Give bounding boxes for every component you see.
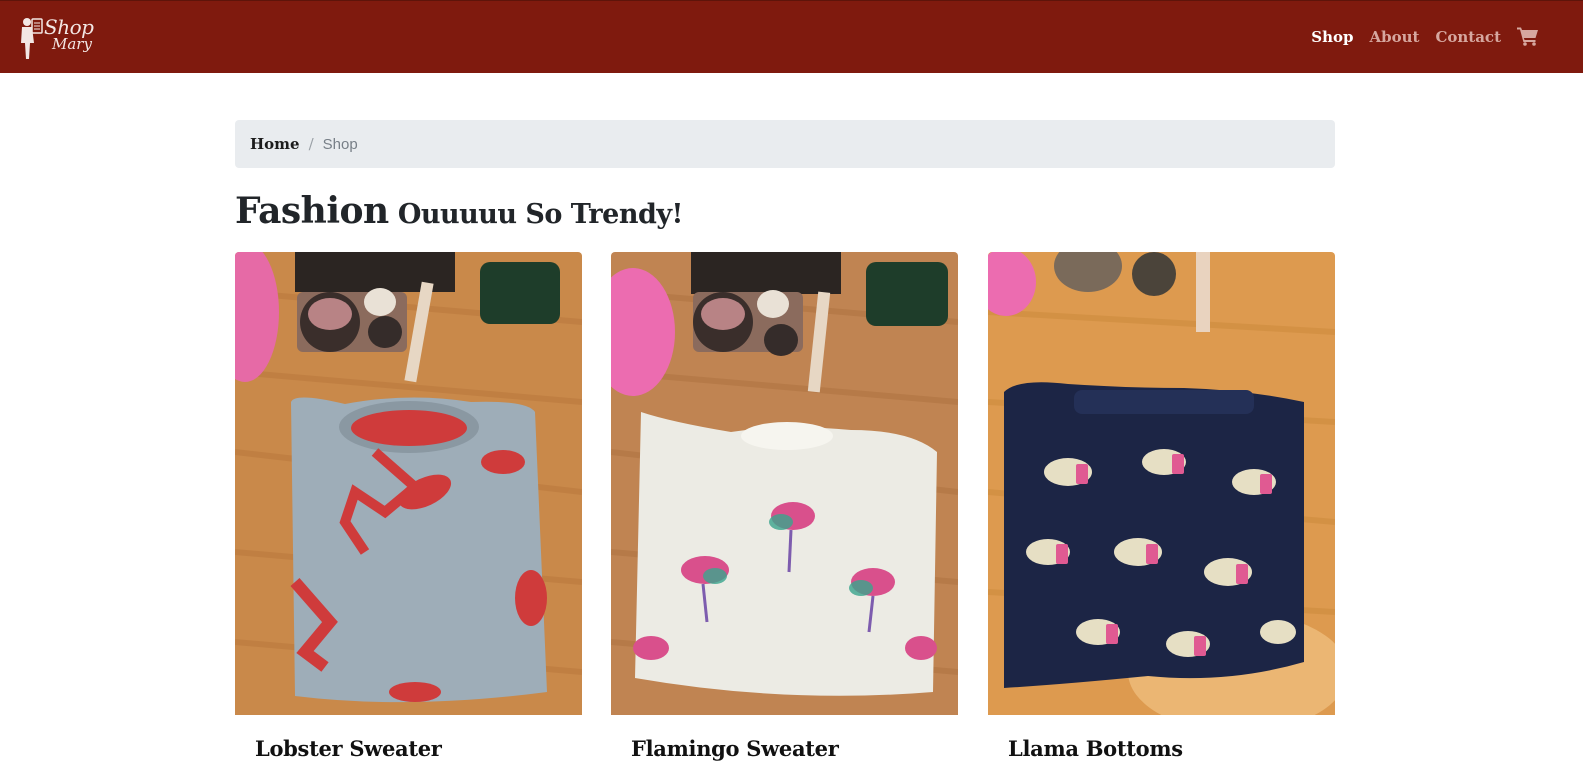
top-navbar: Shop Mary Shop About Contact <box>0 0 1583 73</box>
breadcrumb-current: Shop <box>322 135 358 153</box>
breadcrumb-separator: / <box>308 135 314 153</box>
shopping-cart-icon[interactable] <box>1517 26 1539 46</box>
product-image-llama-bottoms[interactable] <box>988 252 1335 715</box>
nav-links: Shop About Contact <box>1311 27 1539 46</box>
product-card-flamingo-sweater[interactable]: Flamingo Sweater <box>611 252 958 772</box>
product-name[interactable]: Flamingo Sweater <box>631 736 839 761</box>
nav-link-shop[interactable]: Shop <box>1311 28 1353 46</box>
product-card-lobster-sweater[interactable]: Lobster Sweater <box>235 252 582 772</box>
nav-link-contact[interactable]: Contact <box>1435 28 1501 46</box>
shop-mary-logo[interactable]: Shop Mary <box>18 11 102 63</box>
product-name[interactable]: Llama Bottoms <box>1008 736 1183 761</box>
breadcrumb: Home / Shop <box>235 120 1335 168</box>
product-name[interactable]: Lobster Sweater <box>255 736 442 761</box>
page-subtitle: Ouuuuu So Trendy! <box>397 199 684 230</box>
product-image-flamingo-sweater[interactable] <box>611 252 958 715</box>
breadcrumb-home-link[interactable]: Home <box>250 135 300 153</box>
product-card-llama-bottoms[interactable]: Llama Bottoms <box>988 252 1335 772</box>
nav-link-about[interactable]: About <box>1369 28 1419 46</box>
person-logo-icon <box>21 18 43 59</box>
page-heading: Fashion Ouuuuu So Trendy! <box>235 190 683 232</box>
product-image-lobster-sweater[interactable] <box>235 252 582 715</box>
page-title: Fashion <box>235 190 389 232</box>
logo-text-mary: Mary <box>52 35 92 53</box>
